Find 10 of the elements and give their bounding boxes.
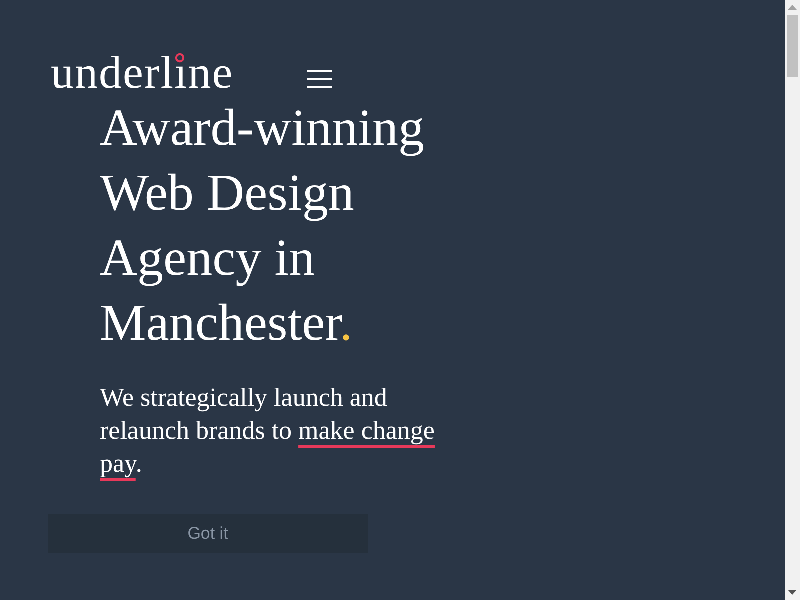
scrollbar[interactable] [785,0,800,600]
hero-heading: Award-winning Web Design Agency in Manchester. [100,99,426,354]
got-it-button[interactable]: Got it [48,514,368,553]
scroll-down-icon[interactable] [788,590,797,595]
tagline: We strategically launch and relaunch brands to make change pay. [100,382,436,480]
menu-button[interactable] [307,70,332,88]
logo-text[interactable]: underline [51,50,234,96]
scroll-up-icon[interactable] [788,5,797,10]
menu-icon [307,70,332,88]
scrollbar-thumb[interactable] [787,15,798,77]
